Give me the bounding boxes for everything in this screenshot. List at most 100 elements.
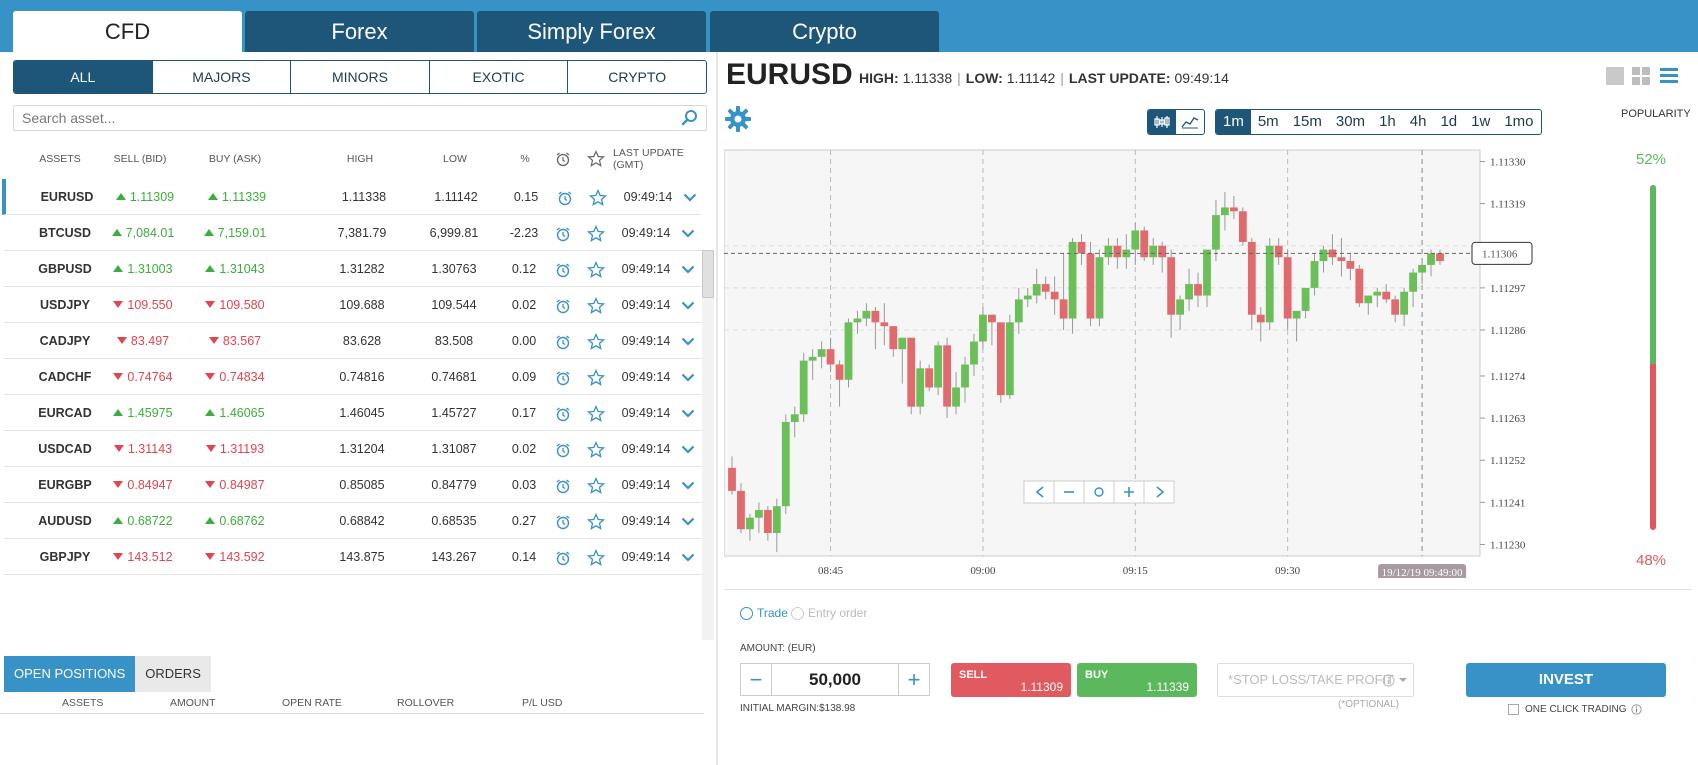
star-icon[interactable] bbox=[584, 467, 608, 503]
buy-price[interactable]: 1.31193 bbox=[192, 431, 278, 467]
alarm-icon[interactable] bbox=[550, 251, 576, 287]
table-row[interactable]: CADJPY 83.497 83.567 83.628 83.508 0.00 09:49:… bbox=[4, 323, 702, 359]
table-row[interactable]: EURUSD 1.11309 1.11339 1.11338 1.11142 0.15 09… bbox=[2, 179, 700, 215]
table-row[interactable]: CADCHF 0.74764 0.74834 0.74816 0.74681 0.09 09… bbox=[4, 359, 702, 395]
asset-name[interactable]: USDJPY bbox=[32, 287, 98, 323]
buy-price[interactable]: 1.31043 bbox=[192, 251, 278, 287]
table-row[interactable]: EURCAD 1.45975 1.46065 1.46045 1.45727 0.17 09… bbox=[4, 395, 702, 431]
table-scrollbar-thumb[interactable] bbox=[702, 250, 714, 298]
buy-price[interactable]: 0.68762 bbox=[192, 503, 278, 539]
alarm-icon[interactable] bbox=[550, 323, 576, 359]
timeframe-1w[interactable]: 1w bbox=[1464, 110, 1497, 134]
asset-name[interactable]: EURUSD bbox=[34, 179, 100, 215]
buy-price[interactable]: 109.580 bbox=[192, 287, 278, 323]
one-click-checkbox[interactable] bbox=[1508, 704, 1519, 715]
sell-price[interactable]: 1.45975 bbox=[100, 395, 186, 431]
sell-price[interactable]: 1.11309 bbox=[102, 179, 188, 215]
chevron-down-icon[interactable] bbox=[678, 251, 698, 287]
timeframe-4h[interactable]: 4h bbox=[1403, 110, 1434, 134]
entry-order-radio[interactable]: Entry order bbox=[791, 606, 867, 620]
alarm-icon[interactable] bbox=[550, 431, 576, 467]
tab-cfd[interactable]: CFD bbox=[13, 11, 242, 52]
trade-radio[interactable]: Trade bbox=[740, 606, 788, 620]
alarm-icon[interactable] bbox=[550, 503, 576, 539]
price-chart-svg[interactable]: 1.113301.113191.113081.112971.112861.112… bbox=[723, 148, 1604, 580]
star-icon[interactable] bbox=[584, 431, 608, 467]
chevron-down-icon[interactable] bbox=[678, 539, 698, 575]
radio-on-icon[interactable] bbox=[740, 606, 753, 620]
star-icon[interactable] bbox=[584, 539, 608, 575]
sell-price[interactable]: 109.550 bbox=[100, 287, 186, 323]
chevron-right-button[interactable] bbox=[1143, 480, 1175, 504]
search-icon[interactable] bbox=[681, 109, 699, 127]
radio-off-icon[interactable] bbox=[791, 606, 804, 620]
candlestick-icon[interactable] bbox=[1148, 110, 1176, 134]
asset-name[interactable]: BTCUSD bbox=[32, 215, 98, 251]
buy-price[interactable]: 143.592 bbox=[192, 539, 278, 575]
alarm-icon[interactable] bbox=[550, 215, 576, 251]
buy-price[interactable]: 7,159.01 bbox=[192, 215, 278, 251]
chevron-down-icon[interactable] bbox=[678, 395, 698, 431]
buy-price[interactable]: 0.84987 bbox=[192, 467, 278, 503]
stop-loss-take-profit-select[interactable]: *STOP LOSS/TAKE PROFIT bbox=[1217, 663, 1414, 697]
table-scrollbar[interactable] bbox=[702, 250, 714, 640]
table-row[interactable]: AUDUSD 0.68722 0.68762 0.68842 0.68535 0.27 09… bbox=[4, 503, 702, 539]
buy-price[interactable]: 1.46065 bbox=[192, 395, 278, 431]
one-click-trading[interactable]: ONE CLICK TRADING bbox=[1508, 704, 1642, 715]
timeframe-1m[interactable]: 1m bbox=[1216, 110, 1251, 134]
header-high[interactable]: HIGH bbox=[330, 140, 390, 178]
sell-price[interactable]: 0.74764 bbox=[100, 359, 186, 395]
table-row[interactable]: EURGBP 0.84947 0.84987 0.85085 0.84779 0.03 09… bbox=[4, 467, 702, 503]
reset-button[interactable] bbox=[1083, 480, 1115, 504]
chevron-down-icon[interactable] bbox=[680, 179, 700, 215]
table-row[interactable]: GBPUSD 1.31003 1.31043 1.31282 1.30763 0.12 09… bbox=[4, 251, 702, 287]
invest-button[interactable]: INVEST bbox=[1466, 663, 1666, 697]
timeframe-30m[interactable]: 30m bbox=[1329, 110, 1372, 134]
header-last-update[interactable]: LAST UPDATE (GMT) bbox=[613, 140, 693, 178]
filter-crypto[interactable]: CRYPTO bbox=[567, 61, 706, 93]
asset-name[interactable]: CADJPY bbox=[32, 323, 98, 359]
price-chart[interactable]: 1.113301.113191.113081.112971.112861.112… bbox=[723, 148, 1604, 580]
chevron-down-icon[interactable] bbox=[678, 359, 698, 395]
alarm-icon[interactable] bbox=[550, 539, 576, 575]
timeframe-1h[interactable]: 1h bbox=[1372, 110, 1403, 134]
chevron-down-icon[interactable] bbox=[678, 215, 698, 251]
star-icon[interactable] bbox=[584, 503, 608, 539]
asset-name[interactable]: EURCAD bbox=[32, 395, 98, 431]
increase-amount-button[interactable]: + bbox=[899, 664, 929, 695]
alarm-icon[interactable] bbox=[550, 467, 576, 503]
tab-open-positions[interactable]: OPEN POSITIONS bbox=[4, 656, 136, 692]
tab-crypto[interactable]: Crypto bbox=[710, 11, 939, 52]
decrease-amount-button[interactable]: − bbox=[741, 664, 771, 695]
gear-icon[interactable] bbox=[724, 105, 752, 138]
sell-price[interactable]: 83.497 bbox=[100, 323, 186, 359]
timeframe-1mo[interactable]: 1mo bbox=[1497, 110, 1540, 134]
alarm-icon[interactable] bbox=[550, 287, 576, 323]
sell-price[interactable]: 7,084.01 bbox=[100, 215, 186, 251]
star-icon[interactable] bbox=[584, 215, 608, 251]
buy-price[interactable]: 1.11339 bbox=[194, 179, 280, 215]
header-pct[interactable]: % bbox=[515, 140, 535, 178]
asset-name[interactable]: GBPJPY bbox=[32, 539, 98, 575]
table-row[interactable]: GBPJPY 143.512 143.592 143.875 143.267 0.14 09… bbox=[4, 539, 702, 575]
chevron-down-icon[interactable] bbox=[678, 467, 698, 503]
alarm-icon[interactable] bbox=[550, 359, 576, 395]
header-buy[interactable]: BUY (ASK) bbox=[200, 140, 270, 178]
star-icon[interactable] bbox=[584, 395, 608, 431]
tab-simply-forex[interactable]: Simply Forex bbox=[477, 11, 706, 52]
filter-exotic[interactable]: EXOTIC bbox=[428, 61, 568, 93]
asset-name[interactable]: USDCAD bbox=[32, 431, 98, 467]
star-icon[interactable] bbox=[584, 251, 608, 287]
chevron-down-icon[interactable] bbox=[678, 503, 698, 539]
buy-price[interactable]: 83.567 bbox=[192, 323, 278, 359]
timeframe-5m[interactable]: 5m bbox=[1251, 110, 1286, 134]
timeframe-15m[interactable]: 15m bbox=[1286, 110, 1329, 134]
chevron-left-button[interactable] bbox=[1023, 480, 1055, 504]
chevron-down-icon[interactable] bbox=[678, 431, 698, 467]
asset-name[interactable]: AUDUSD bbox=[32, 503, 98, 539]
tab-orders[interactable]: ORDERS bbox=[135, 656, 211, 692]
sell-price[interactable]: 1.31003 bbox=[100, 251, 186, 287]
asset-name[interactable]: GBPUSD bbox=[32, 251, 98, 287]
chevron-down-icon[interactable] bbox=[678, 287, 698, 323]
asset-name[interactable]: EURGBP bbox=[32, 467, 98, 503]
